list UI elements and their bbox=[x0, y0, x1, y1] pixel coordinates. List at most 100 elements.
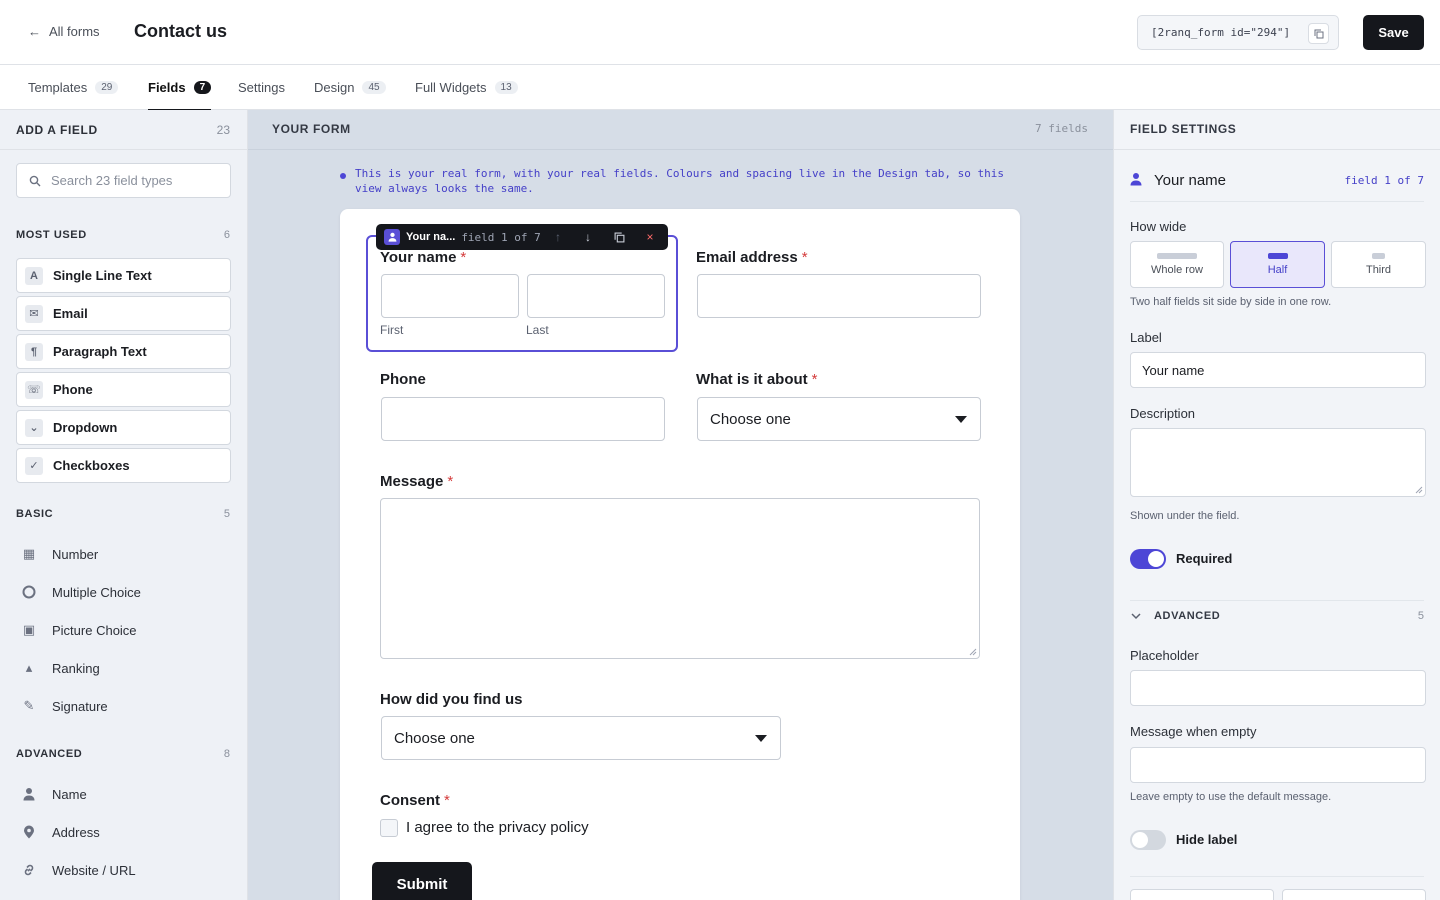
advanced-title: ADVANCED bbox=[1154, 610, 1221, 622]
about-select[interactable]: Choose one bbox=[697, 397, 981, 441]
add-number-item[interactable]: ▦ Number bbox=[20, 542, 98, 566]
last-name-input[interactable] bbox=[527, 274, 665, 318]
first-name-input[interactable] bbox=[381, 274, 519, 318]
message-textarea[interactable] bbox=[380, 498, 980, 659]
most-used-header: MOST USED 6 bbox=[16, 229, 230, 241]
width-option-third[interactable]: Third bbox=[1331, 241, 1426, 288]
shortcode-text: [2ranq_form id="294"] bbox=[1151, 26, 1291, 39]
email-input[interactable] bbox=[697, 274, 981, 318]
add-multiple-choice-item[interactable]: Multiple Choice bbox=[20, 580, 141, 604]
description-label: Description bbox=[1130, 406, 1196, 421]
add-email-button[interactable]: ✉ Email bbox=[16, 296, 231, 331]
tab-fields[interactable]: Fields 7 bbox=[148, 65, 212, 111]
tab-bar: Templates 29 Fields 7 Settings Design 45… bbox=[0, 65, 1440, 111]
notice-dot-icon bbox=[340, 173, 346, 179]
tab-label: Settings bbox=[238, 80, 285, 95]
required-toggle[interactable] bbox=[1130, 549, 1166, 569]
tab-label: Fields bbox=[148, 80, 186, 95]
field-type-label: Address bbox=[52, 824, 100, 840]
width-option-half[interactable]: Half bbox=[1230, 241, 1325, 288]
width-option-whole-row[interactable]: Whole row bbox=[1130, 241, 1224, 288]
copy-shortcode-button[interactable] bbox=[1308, 23, 1329, 44]
email-label: Email address * bbox=[696, 249, 808, 266]
field-type-label: Checkboxes bbox=[53, 458, 130, 473]
hide-label-toggle[interactable] bbox=[1130, 830, 1166, 850]
first-sublabel: First bbox=[380, 323, 404, 337]
tab-settings[interactable]: Settings bbox=[238, 65, 285, 110]
add-checkboxes-button[interactable]: ✓ Checkboxes bbox=[16, 448, 231, 483]
move-down-icon[interactable]: ↓ bbox=[579, 228, 597, 246]
section-count: 5 bbox=[223, 508, 230, 520]
field-type-label: Multiple Choice bbox=[52, 584, 141, 600]
field-type-label: Name bbox=[52, 786, 87, 802]
link-icon bbox=[20, 863, 38, 877]
tab-count-badge: 29 bbox=[95, 81, 119, 94]
how-wide-label: How wide bbox=[1130, 219, 1187, 234]
placeholder-label: Placeholder bbox=[1130, 648, 1199, 663]
add-phone-button[interactable]: ☏ Phone bbox=[16, 372, 231, 407]
page-title: Contact us bbox=[134, 21, 228, 41]
basic-header: BASIC 5 bbox=[16, 508, 230, 520]
save-button[interactable]: Save bbox=[1363, 15, 1424, 50]
advanced-settings-toggle[interactable]: ADVANCED 5 bbox=[1130, 610, 1424, 622]
add-address-item[interactable]: Address bbox=[20, 820, 100, 844]
whole-row-bar-icon bbox=[1157, 253, 1197, 259]
tab-design[interactable]: Design 45 bbox=[314, 65, 386, 110]
field-search-input[interactable] bbox=[51, 173, 211, 188]
submit-button[interactable]: Submit bbox=[372, 862, 472, 900]
field-type-label: Signature bbox=[52, 698, 108, 714]
phone-input[interactable] bbox=[381, 397, 665, 441]
width-option-label: Half bbox=[1267, 264, 1288, 276]
add-picture-choice-item[interactable]: ▣ Picture Choice bbox=[20, 618, 137, 642]
width-option-label: Third bbox=[1365, 264, 1392, 276]
add-dropdown-button[interactable]: ⌄ Dropdown bbox=[16, 410, 231, 445]
back-to-all-forms-link[interactable]: ← All forms bbox=[28, 24, 100, 39]
selected-field-row: Your name field 1 of 7 bbox=[1130, 160, 1424, 202]
field-search-box[interactable] bbox=[16, 163, 231, 198]
notice-text: This is your real form, with your real f… bbox=[355, 167, 1005, 195]
add-website-url-item[interactable]: Website / URL bbox=[20, 858, 136, 882]
field-type-count: 23 bbox=[216, 123, 230, 137]
field-toolbar: Your na... field 1 of 7 ↑ ↓ × bbox=[376, 224, 668, 250]
section-count: 6 bbox=[223, 229, 230, 241]
divider bbox=[1114, 149, 1440, 150]
find-us-select[interactable]: Choose one bbox=[381, 716, 781, 760]
form-notice: This is your real form, with your real f… bbox=[340, 166, 1005, 196]
tab-full-widgets[interactable]: Full Widgets 13 bbox=[415, 65, 518, 110]
toolbar-field-count: field 1 of 7 bbox=[461, 230, 541, 244]
empty-message-input[interactable] bbox=[1130, 747, 1426, 783]
find-us-select-value: Choose one bbox=[394, 729, 475, 747]
description-textarea[interactable] bbox=[1130, 428, 1426, 497]
section-title: MOST USED bbox=[16, 229, 87, 241]
phone-icon: ☏ bbox=[25, 380, 43, 399]
footer-button-left[interactable] bbox=[1130, 889, 1274, 900]
footer-button-right[interactable] bbox=[1282, 889, 1426, 900]
your-form-header: YOUR FORM 7 fields bbox=[272, 122, 1088, 136]
selected-field-name: Your name bbox=[1154, 172, 1226, 189]
tab-templates[interactable]: Templates 29 bbox=[28, 65, 119, 110]
label-field-label: Label bbox=[1130, 330, 1162, 345]
consent-checkbox[interactable] bbox=[380, 819, 398, 837]
last-sublabel: Last bbox=[526, 323, 549, 337]
consent-text: I agree to the privacy policy bbox=[406, 819, 589, 836]
add-ranking-item[interactable]: ▴ Ranking bbox=[20, 656, 100, 680]
field-type-label: Website / URL bbox=[52, 862, 136, 878]
caret-down-icon bbox=[955, 416, 967, 423]
field-settings-panel: FIELD SETTINGS Your name field 1 of 7 Ho… bbox=[1113, 110, 1440, 900]
duplicate-icon[interactable] bbox=[610, 228, 628, 246]
caret-down-icon bbox=[755, 735, 767, 742]
placeholder-input[interactable] bbox=[1130, 670, 1426, 706]
add-single-line-text-button[interactable]: A Single Line Text bbox=[16, 258, 231, 293]
label-input[interactable]: Your name bbox=[1130, 352, 1426, 388]
add-signature-item[interactable]: ✎ Signature bbox=[20, 694, 108, 718]
add-name-item[interactable]: Name bbox=[20, 782, 87, 806]
resize-handle-icon bbox=[969, 648, 977, 656]
move-up-icon[interactable]: ↑ bbox=[549, 228, 567, 246]
field-type-label: Ranking bbox=[52, 660, 100, 676]
form-canvas: YOUR FORM 7 fields This is your real for… bbox=[248, 110, 1113, 900]
add-paragraph-text-button[interactable]: ¶ Paragraph Text bbox=[16, 334, 231, 369]
tab-label: Design bbox=[314, 80, 355, 95]
delete-icon[interactable]: × bbox=[641, 228, 659, 246]
field-type-label: Dropdown bbox=[53, 420, 118, 435]
about-select-value: Choose one bbox=[710, 410, 791, 428]
